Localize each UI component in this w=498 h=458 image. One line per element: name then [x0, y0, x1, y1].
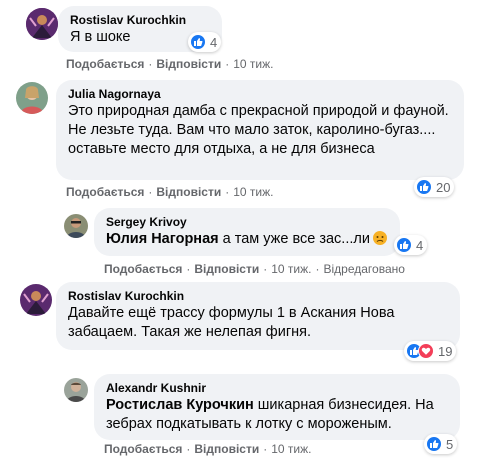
- reaction-summary[interactable]: 4: [394, 235, 428, 255]
- avatar-rostislav[interactable]: [20, 284, 52, 316]
- mention-link[interactable]: Юлия Нагорная: [106, 231, 219, 247]
- comment-actions: Подобається · Відповісти · 10 тиж.: [66, 185, 274, 199]
- reaction-summary[interactable]: 5: [424, 434, 458, 454]
- comment-text: Ростислав Курочкин шикарная бизнесидея. …: [106, 397, 434, 432]
- like-icon: [396, 237, 412, 253]
- reaction-count: 20: [436, 179, 451, 195]
- avatar-sergey[interactable]: [64, 214, 88, 238]
- reaction-count: 19: [438, 343, 453, 359]
- comment-text: Юлия Нагорная а там уже все зас...ли: [106, 230, 388, 249]
- reply-button[interactable]: Відповісти: [156, 185, 221, 199]
- reply-button[interactable]: Відповісти: [156, 57, 221, 71]
- like-icon: [416, 179, 432, 195]
- like-icon: [190, 34, 206, 50]
- edited-label[interactable]: Відредаговано: [323, 262, 404, 276]
- like-icon: [426, 436, 442, 452]
- reply-button[interactable]: Відповісти: [194, 442, 259, 456]
- avatar-alexandr[interactable]: [64, 378, 88, 402]
- like-button[interactable]: Подобається: [104, 262, 182, 276]
- heart-icon: [418, 343, 434, 359]
- comment-author[interactable]: Julia Nagornaya: [68, 86, 452, 102]
- comment-actions: Подобається · Відповісти · 10 тиж.: [66, 57, 274, 71]
- reaction-summary[interactable]: 20: [414, 177, 455, 197]
- reaction-summary[interactable]: 19: [404, 341, 457, 361]
- reaction-count: 4: [416, 237, 424, 253]
- reply-button[interactable]: Відповісти: [194, 262, 259, 276]
- comment-actions: Подобається · Відповісти · 10 тиж. · Відредаго…: [104, 262, 405, 276]
- comment-bubble: Rostislav Kurochkin Давайте ещё трассу ф…: [56, 282, 460, 350]
- comment-timestamp[interactable]: 10 тиж.: [233, 185, 273, 199]
- comment-text: Это природная дамба с прекрасной природо…: [68, 103, 449, 157]
- comment-timestamp[interactable]: 10 тиж.: [271, 442, 311, 456]
- comment-text: Давайте ещё трассу формулы 1 в Аскания Н…: [68, 305, 395, 340]
- comment-author[interactable]: Rostislav Kurochkin: [68, 288, 448, 304]
- reply-bubble: Alexandr Kushnir Ростислав Курочкин шика…: [94, 374, 460, 440]
- comment-author[interactable]: Sergey Krivoy: [106, 214, 388, 230]
- comment-author[interactable]: Rostislav Kurochkin: [70, 12, 210, 28]
- avatar-julia[interactable]: [16, 82, 48, 114]
- like-button[interactable]: Подобається: [104, 442, 182, 456]
- reaction-count: 5: [446, 436, 454, 452]
- comment-author[interactable]: Alexandr Kushnir: [106, 380, 448, 396]
- reply-bubble: Sergey Krivoy Юлия Нагорная а там уже вс…: [94, 208, 400, 256]
- reaction-summary[interactable]: 4: [188, 32, 222, 52]
- reaction-count: 4: [210, 34, 218, 50]
- comment-timestamp[interactable]: 10 тиж.: [271, 262, 311, 276]
- like-button[interactable]: Подобається: [66, 185, 144, 199]
- sad-face-emoji: [372, 231, 387, 245]
- mention-link[interactable]: Ростислав Курочкин: [106, 397, 254, 413]
- comment-actions: Подобається · Відповісти · 10 тиж.: [104, 442, 312, 456]
- comment-bubble: Julia Nagornaya Это природная дамба с пр…: [56, 80, 464, 180]
- like-button[interactable]: Подобається: [66, 57, 144, 71]
- comment-timestamp[interactable]: 10 тиж.: [233, 57, 273, 71]
- avatar-rostislav[interactable]: [26, 8, 58, 40]
